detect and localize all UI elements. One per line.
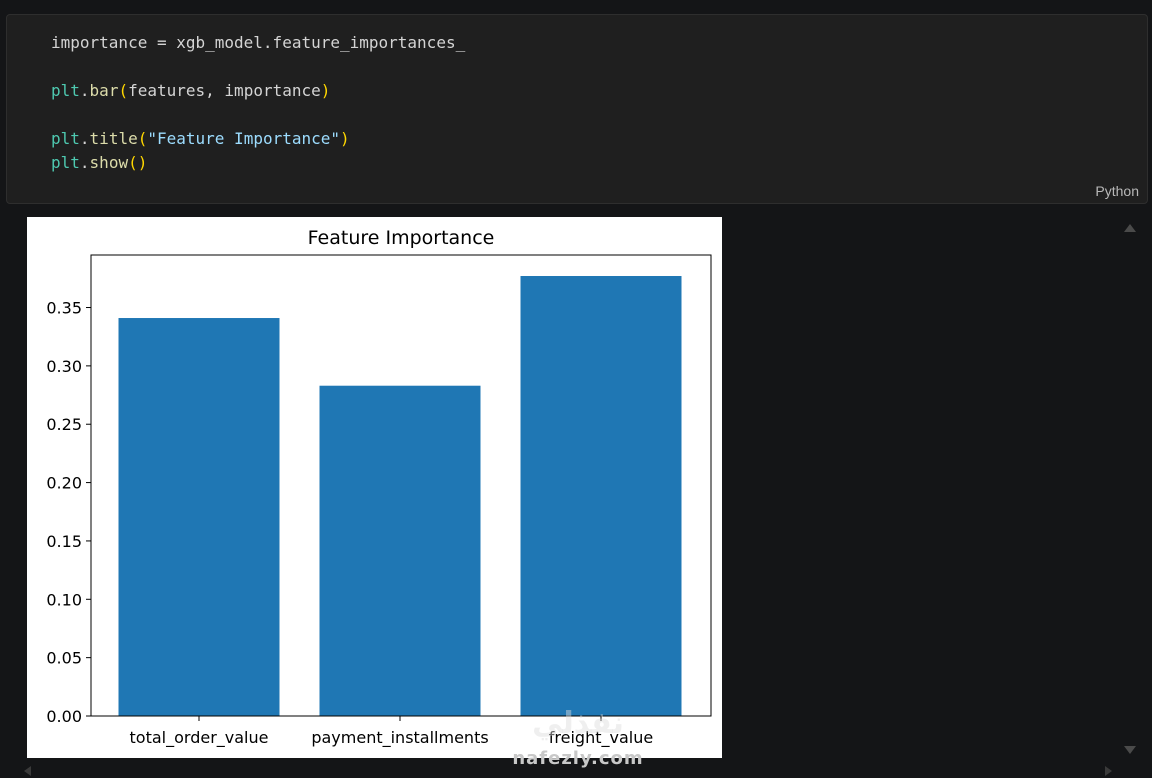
code-token: features, importance (128, 81, 321, 100)
code-token: ( (137, 129, 148, 148)
code-token: title (89, 129, 138, 148)
code-line[interactable]: plt.bar(features, importance) (51, 79, 465, 103)
code-line[interactable] (51, 55, 465, 79)
scroll-up-arrow-icon[interactable] (1124, 224, 1136, 232)
y-tick-label: 0.05 (46, 649, 82, 668)
watermark-arabic-text: نفذلي (532, 706, 624, 741)
code-token: plt (51, 153, 80, 172)
chart-title: Feature Importance (308, 227, 495, 249)
y-tick-label: 0.15 (46, 532, 82, 551)
y-tick-label: 0.00 (46, 707, 82, 726)
scroll-right-arrow-icon[interactable] (1105, 766, 1112, 776)
code-token: importance = xgb_model.feature_importanc… (51, 33, 466, 52)
code-token: . (79, 153, 90, 172)
bar-chart: Feature Importance 0.00 0.05 0.10 0.15 0.20 0.… (46, 227, 712, 748)
x-tick-label: payment_installments (311, 728, 488, 748)
code-token: plt (51, 81, 80, 100)
bar-payment_installments (319, 385, 481, 716)
code-token: plt (51, 129, 80, 148)
watermark-latin-text: nafezly.com (512, 748, 644, 769)
code-editor[interactable]: importance = xgb_model.feature_importanc… (51, 31, 465, 175)
scroll-down-arrow-icon[interactable] (1124, 746, 1136, 754)
watermark-logo: نفذلي nafezly.com (508, 700, 648, 776)
code-token: "Feature Importance" (147, 129, 341, 148)
language-label[interactable]: Python (1095, 183, 1139, 199)
x-tick-label: total_order_value (130, 728, 269, 748)
code-line[interactable]: plt.title("Feature Importance") (51, 127, 465, 151)
scroll-left-arrow-icon[interactable] (24, 766, 31, 776)
notebook-page: importance = xgb_model.feature_importanc… (0, 0, 1152, 778)
code-token: show (89, 153, 129, 172)
chart-output: Feature Importance 0.00 0.05 0.10 0.15 0.20 0.… (27, 217, 722, 758)
code-token: . (79, 81, 90, 100)
code-cell[interactable]: importance = xgb_model.feature_importanc… (6, 14, 1148, 204)
y-tick-label: 0.25 (46, 415, 82, 434)
y-tick-label: 0.35 (46, 299, 82, 318)
code-token: ( (118, 81, 129, 100)
y-tick-label: 0.10 (46, 590, 82, 609)
code-token: . (79, 129, 90, 148)
code-token: ) (320, 81, 331, 100)
bar-total_order_value (118, 318, 280, 716)
code-line[interactable]: plt.show() (51, 151, 465, 175)
code-token: bar (89, 81, 119, 100)
y-tick-label: 0.30 (46, 357, 82, 376)
code-line[interactable] (51, 103, 465, 127)
bar-freight_value (520, 276, 682, 716)
y-tick-label: 0.20 (46, 474, 82, 493)
code-token: ) (340, 129, 350, 148)
code-line[interactable]: importance = xgb_model.feature_importanc… (51, 31, 465, 55)
code-token: () (128, 153, 148, 172)
